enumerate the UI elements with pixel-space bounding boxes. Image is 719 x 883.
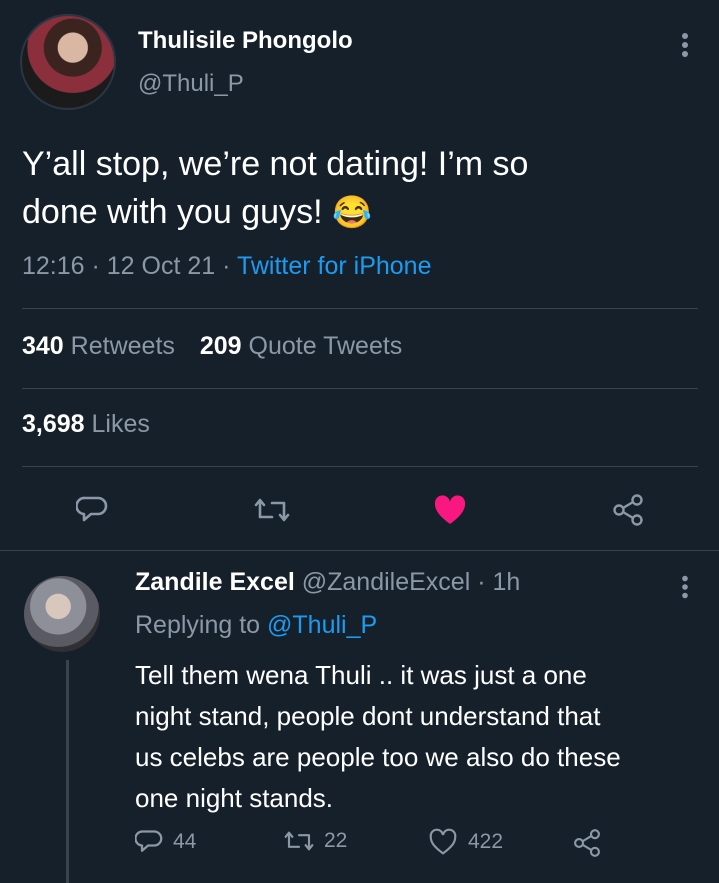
reply-thread-line <box>66 660 69 883</box>
section-divider <box>0 550 719 551</box>
reply-text: Tell them wena Thuli .. it was just a on… <box>135 655 715 819</box>
author-avatar[interactable] <box>20 14 116 110</box>
reply-count: 44 <box>173 830 197 853</box>
reply-action-share[interactable] <box>572 828 602 863</box>
tweet-time: 12:16 · 12 Oct 21 · <box>22 252 237 280</box>
reply-text-line: night stand, people dont understand that <box>135 701 601 731</box>
more-options-icon[interactable] <box>672 28 698 62</box>
tweet-text: Y’all stop, we’re not dating! I’m so don… <box>22 140 712 236</box>
replying-to-label: Replying to <box>135 611 261 639</box>
replying-to: Replying to @Thuli_P <box>135 611 377 640</box>
retweets-label: Retweets <box>70 332 175 360</box>
quotes-stat[interactable]: 209 Quote Tweets <box>200 332 402 360</box>
replying-to-handle[interactable]: @Thuli_P <box>267 611 377 639</box>
reply-icon[interactable] <box>72 490 112 530</box>
likes-count: 3,698 <box>22 410 85 438</box>
reply-author-handle[interactable]: @ZandileExcel · 1h <box>302 568 521 596</box>
like-heart-icon[interactable] <box>428 490 472 530</box>
tweet-text-line-1: Y’all stop, we’re not dating! I’m so <box>22 145 529 183</box>
reply-text-line: Tell them wena Thuli .. it was just a on… <box>135 660 587 690</box>
divider <box>22 388 698 389</box>
author-name[interactable]: Thulisile Phongolo <box>138 27 353 55</box>
reply-text-line: one night stands. <box>135 783 334 813</box>
tweet-text-line-2: done with you guys! 😂 <box>22 188 712 236</box>
share-icon[interactable] <box>608 490 648 530</box>
reply-more-options-icon[interactable] <box>672 572 698 602</box>
reply-action-retweet[interactable]: 22 <box>284 828 347 854</box>
likes-label: Likes <box>91 410 150 438</box>
reply-author-avatar[interactable] <box>24 576 100 652</box>
divider <box>22 308 698 309</box>
heart-icon[interactable] <box>428 828 458 856</box>
laughing-emoji: 😂 <box>331 194 372 230</box>
reply-action-reply[interactable]: 44 <box>135 828 196 856</box>
retweets-stat[interactable]: 340 Retweets <box>22 332 175 360</box>
likes-stat[interactable]: 3,698 Likes <box>22 410 150 439</box>
reply-author-name[interactable]: Zandile Excel <box>135 568 295 596</box>
retweets-count: 340 <box>22 332 64 360</box>
tweet-source[interactable]: Twitter for iPhone <box>237 252 432 280</box>
share-icon[interactable] <box>572 828 602 858</box>
quotes-label: Quote Tweets <box>248 332 403 360</box>
tweet-meta: 12:16 · 12 Oct 21 · Twitter for iPhone <box>22 252 431 281</box>
reply-action-like[interactable]: 422 <box>428 828 503 856</box>
divider <box>22 466 698 467</box>
like-count: 422 <box>468 830 504 853</box>
reply-header: Zandile Excel @ZandileExcel · 1h <box>135 568 520 597</box>
tweet-text-line-2-text: done with you guys! <box>22 193 323 231</box>
engagement-stats: 340 Retweets 209 Quote Tweets <box>22 332 402 361</box>
retweet-count: 22 <box>324 829 348 852</box>
retweet-icon[interactable] <box>250 490 294 530</box>
author-handle[interactable]: @Thuli_P <box>138 70 244 98</box>
quotes-count: 209 <box>199 332 242 360</box>
retweet-icon[interactable] <box>284 828 314 854</box>
reply-icon[interactable] <box>135 828 163 856</box>
reply-text-line: us celebs are people too we also do thes… <box>135 742 621 772</box>
